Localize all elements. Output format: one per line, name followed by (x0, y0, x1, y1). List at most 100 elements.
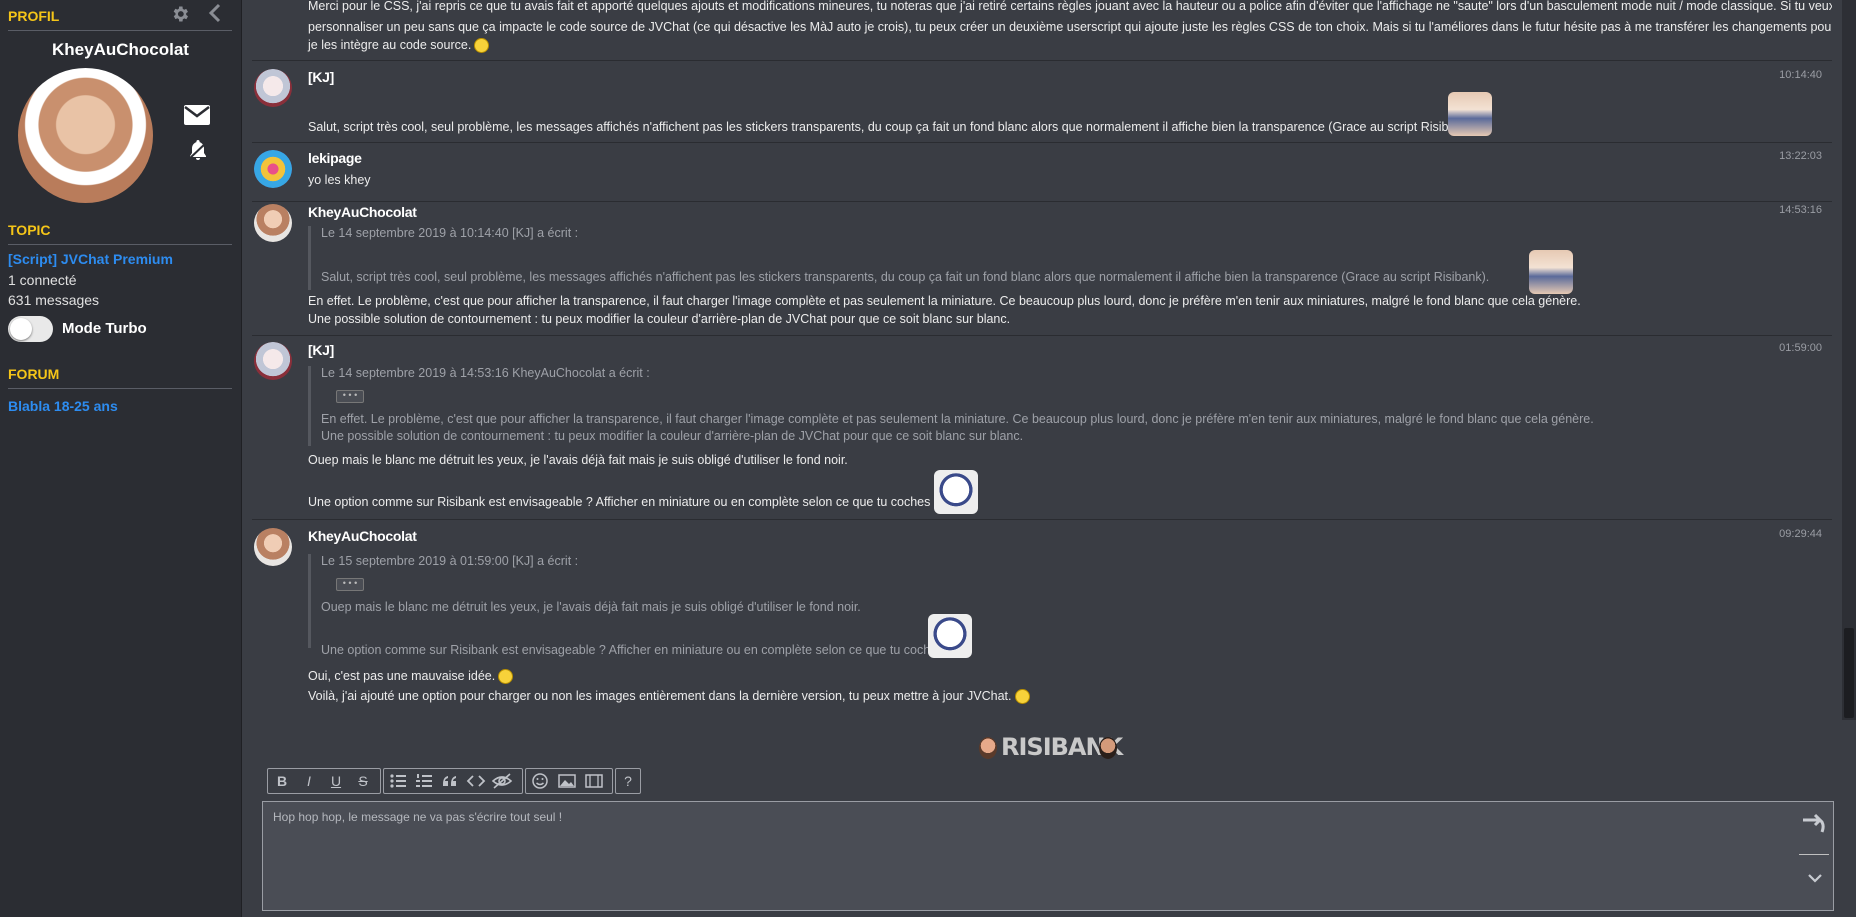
toolbar-group-blocks (383, 768, 523, 794)
connected-count: 1 connecté (8, 272, 77, 288)
message-item: Merci pour le CSS, j'ai repris ce que tu… (252, 0, 1832, 61)
message-text-line: Merci pour le CSS, j'ai repris ce que tu… (308, 0, 1832, 13)
avatar[interactable] (254, 528, 292, 566)
gear-icon[interactable] (170, 4, 190, 24)
send-icon[interactable] (1800, 808, 1828, 838)
spoiler-icon[interactable] (491, 771, 513, 791)
message-item: KheyAuChocolat 09:29:44 Le 15 septembre … (252, 520, 1832, 717)
forum-link[interactable]: Blabla 18-25 ans (8, 398, 118, 414)
message-author[interactable]: KheyAuChocolat (308, 528, 417, 544)
sticker-image[interactable] (928, 614, 972, 658)
message-text: Salut, script très cool, seul problème, … (308, 120, 1477, 134)
message-time: 09:29:44 (1779, 528, 1822, 540)
message-item: KheyAuChocolat 14:53:16 Le 14 septembre … (252, 202, 1832, 336)
message-text-line: je les intègre au code source. (308, 38, 490, 54)
avatar[interactable] (254, 204, 292, 242)
smiley-icon[interactable] (529, 771, 551, 791)
smiley-icon (1014, 689, 1030, 705)
message-author[interactable]: lekipage (308, 150, 362, 166)
smiley-icon (498, 669, 514, 685)
scrollbar-thumb[interactable] (1844, 628, 1854, 718)
code-icon[interactable] (465, 771, 487, 791)
quote-block: Le 15 septembre 2019 à 01:59:00 [KJ] a é… (308, 554, 972, 658)
quote-text-line: Une possible solution de contournement :… (321, 429, 1024, 443)
chevron-down-icon[interactable] (1804, 868, 1826, 888)
quote-text-line: Ouep mais le blanc me détruit les yeux, … (321, 600, 861, 614)
message-time: 01:59:00 (1779, 342, 1822, 354)
message-time: 14:53:16 (1779, 204, 1822, 216)
smiley-icon (474, 38, 490, 54)
toolbar-group-format: B I U S (267, 768, 381, 794)
message-item: lekipage 13:22:03 yo les khey (252, 143, 1832, 202)
toggle-knob (10, 318, 32, 340)
scrollbar[interactable] (1842, 0, 1856, 720)
avatar[interactable] (254, 150, 292, 188)
chevron-left-icon[interactable] (206, 2, 224, 24)
mail-icon[interactable] (183, 104, 211, 126)
underline-button[interactable]: U (325, 771, 347, 791)
toolbar-group-help: ? (615, 768, 641, 794)
quote-expand-button[interactable]: • • • (336, 578, 364, 591)
bullet-list-icon[interactable] (387, 771, 409, 791)
message-text-line: Voilà, j'ai ajouté une option pour charg… (308, 689, 1030, 705)
sidebar: PROFIL KheyAuChocolat TOPIC [Script] JVC… (0, 0, 242, 917)
message-author[interactable]: [KJ] (308, 342, 334, 358)
video-icon[interactable] (583, 771, 605, 791)
bell-icon[interactable] (186, 138, 210, 162)
message-editor (262, 801, 1834, 911)
risibank-button[interactable]: RISIBANK (979, 733, 1123, 763)
bold-button[interactable]: B (271, 771, 293, 791)
help-button[interactable]: ? (617, 771, 639, 791)
message-text-line: En effet. Le problème, c'est que pour af… (308, 294, 1581, 308)
avatar[interactable] (254, 69, 292, 107)
turbo-label: Mode Turbo (62, 320, 147, 337)
topic-heading: TOPIC (8, 222, 232, 245)
messages-count: 631 messages (8, 292, 100, 308)
quote-text: Salut, script très cool, seul problème, … (321, 270, 1490, 284)
quote-header: Le 15 septembre 2019 à 01:59:00 [KJ] a é… (321, 554, 579, 568)
message-item: [KJ] 10:14:40 Salut, script très cool, s… (252, 60, 1832, 143)
avatar (18, 68, 153, 203)
topic-title-link[interactable]: [Script] JVChat Premium (8, 251, 173, 267)
image-icon[interactable] (556, 771, 578, 791)
toolbar-group-media (525, 768, 613, 794)
italic-button[interactable]: I (298, 771, 320, 791)
message-text-line: personnaliser un peu sans que ça impacte… (308, 20, 1832, 34)
quote-block: Le 14 septembre 2019 à 14:53:16 KheyAuCh… (308, 366, 1611, 446)
message-time: 13:22:03 (1779, 150, 1822, 162)
message-item: [KJ] 01:59:00 Le 14 septembre 2019 à 14:… (252, 336, 1832, 520)
quote-header: Le 14 septembre 2019 à 14:53:16 KheyAuCh… (321, 366, 650, 380)
message-text: yo les khey (308, 173, 371, 187)
sticker-image[interactable] (934, 470, 978, 514)
message-time: 10:14:40 (1779, 69, 1822, 81)
message-text: Voilà, j'ai ajouté une option pour charg… (308, 689, 1012, 703)
quote-text-line: Une option comme sur Risibank est envisa… (321, 643, 954, 657)
editor-divider (1799, 854, 1829, 855)
sticker-image[interactable] (1448, 92, 1492, 136)
profile-username: KheyAuChocolat (52, 40, 189, 59)
quote-expand-button[interactable]: • • • (336, 390, 364, 403)
message-text: je les intègre au code source. (308, 38, 472, 52)
sticker-image[interactable] (1529, 250, 1573, 294)
message-input[interactable] (263, 802, 1803, 902)
message-text-line: Une option comme sur Risibank est envisa… (308, 495, 941, 509)
message-text-line: Ouep mais le blanc me détruit les yeux, … (308, 453, 848, 467)
message-list: Merci pour le CSS, j'ai repris ce que tu… (252, 0, 1832, 717)
turbo-toggle[interactable] (8, 316, 53, 342)
profil-heading: PROFIL (8, 8, 232, 31)
numbered-list-icon[interactable] (413, 771, 435, 791)
quote-header: Le 14 septembre 2019 à 10:14:40 [KJ] a é… (321, 226, 579, 240)
message-text-line: Oui, c'est pas une mauvaise idée. (308, 669, 514, 685)
forum-heading: FORUM (8, 366, 232, 389)
strike-button[interactable]: S (352, 771, 374, 791)
risibank-face-right (1099, 737, 1117, 759)
quote-text-line: En effet. Le problème, c'est que pour af… (321, 412, 1594, 426)
message-author[interactable]: KheyAuChocolat (308, 204, 417, 220)
risibank-face-left (979, 737, 997, 759)
quote-icon[interactable] (439, 771, 461, 791)
message-text-line: Une possible solution de contournement :… (308, 312, 1011, 326)
message-author[interactable]: [KJ] (308, 69, 334, 85)
avatar[interactable] (254, 342, 292, 380)
quote-block: Le 14 septembre 2019 à 10:14:40 [KJ] a é… (308, 226, 1573, 294)
message-text: Oui, c'est pas une mauvaise idée. (308, 669, 496, 683)
